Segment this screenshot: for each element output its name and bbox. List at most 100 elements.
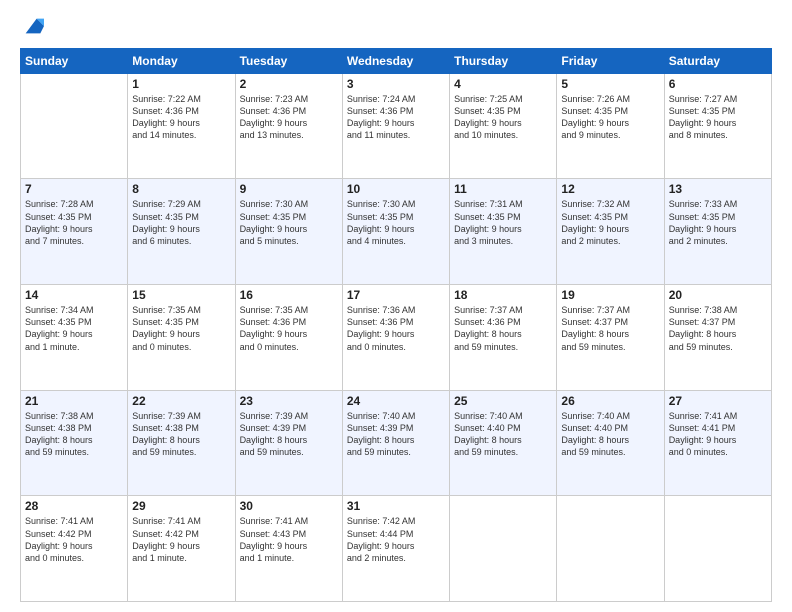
day-info-line: Daylight: 9 hours xyxy=(132,328,230,340)
day-info-line: and 0 minutes. xyxy=(25,552,123,564)
calendar-cell: 16Sunrise: 7:35 AMSunset: 4:36 PMDayligh… xyxy=(235,285,342,391)
calendar-header-thursday: Thursday xyxy=(450,48,557,73)
calendar-table: SundayMondayTuesdayWednesdayThursdayFrid… xyxy=(20,48,772,602)
logo-icon xyxy=(22,15,44,37)
day-info-line: Sunrise: 7:31 AM xyxy=(454,198,552,210)
day-info-line: Sunrise: 7:34 AM xyxy=(25,304,123,316)
day-info-line: Sunset: 4:40 PM xyxy=(561,422,659,434)
day-info-line: and 1 minute. xyxy=(25,341,123,353)
day-info-line: Sunset: 4:38 PM xyxy=(132,422,230,434)
calendar-cell: 7Sunrise: 7:28 AMSunset: 4:35 PMDaylight… xyxy=(21,179,128,285)
day-info-line: and 0 minutes. xyxy=(132,341,230,353)
day-info-line: Daylight: 8 hours xyxy=(25,434,123,446)
day-info-line: Sunrise: 7:35 AM xyxy=(240,304,338,316)
day-info-line: Sunrise: 7:38 AM xyxy=(669,304,767,316)
day-info-line: Daylight: 9 hours xyxy=(669,117,767,129)
day-info-line: and 59 minutes. xyxy=(669,341,767,353)
day-info-line: and 3 minutes. xyxy=(454,235,552,247)
day-info-line: Sunrise: 7:41 AM xyxy=(669,410,767,422)
day-info-line: and 4 minutes. xyxy=(347,235,445,247)
day-number: 17 xyxy=(347,288,445,302)
day-info-line: Sunrise: 7:41 AM xyxy=(132,515,230,527)
day-info-line: Sunset: 4:42 PM xyxy=(132,528,230,540)
day-info-line: Daylight: 8 hours xyxy=(240,434,338,446)
day-info-line: and 1 minute. xyxy=(132,552,230,564)
day-info-line: Sunset: 4:35 PM xyxy=(561,105,659,117)
calendar-week-row: 1Sunrise: 7:22 AMSunset: 4:36 PMDaylight… xyxy=(21,73,772,179)
calendar-cell: 30Sunrise: 7:41 AMSunset: 4:43 PMDayligh… xyxy=(235,496,342,602)
day-info-line: and 14 minutes. xyxy=(132,129,230,141)
day-info-line: Sunrise: 7:40 AM xyxy=(561,410,659,422)
day-info-line: Sunset: 4:35 PM xyxy=(669,105,767,117)
calendar-cell: 6Sunrise: 7:27 AMSunset: 4:35 PMDaylight… xyxy=(664,73,771,179)
calendar-header-row: SundayMondayTuesdayWednesdayThursdayFrid… xyxy=(21,48,772,73)
day-info-line: Daylight: 9 hours xyxy=(25,328,123,340)
day-info-line: Sunset: 4:35 PM xyxy=(25,211,123,223)
day-info-line: and 2 minutes. xyxy=(347,552,445,564)
day-info-line: Sunrise: 7:30 AM xyxy=(347,198,445,210)
day-info-line: Daylight: 9 hours xyxy=(454,117,552,129)
calendar-header-wednesday: Wednesday xyxy=(342,48,449,73)
calendar-cell: 23Sunrise: 7:39 AMSunset: 4:39 PMDayligh… xyxy=(235,390,342,496)
day-info-line: Sunset: 4:35 PM xyxy=(240,211,338,223)
day-number: 9 xyxy=(240,182,338,196)
page: SundayMondayTuesdayWednesdayThursdayFrid… xyxy=(0,0,792,612)
day-info-line: Sunrise: 7:35 AM xyxy=(132,304,230,316)
day-info-line: Sunrise: 7:25 AM xyxy=(454,93,552,105)
day-info-line: Daylight: 9 hours xyxy=(454,223,552,235)
day-info-line: Sunset: 4:37 PM xyxy=(669,316,767,328)
calendar-cell: 8Sunrise: 7:29 AMSunset: 4:35 PMDaylight… xyxy=(128,179,235,285)
day-number: 13 xyxy=(669,182,767,196)
calendar-cell: 4Sunrise: 7:25 AMSunset: 4:35 PMDaylight… xyxy=(450,73,557,179)
day-info-line: Sunset: 4:43 PM xyxy=(240,528,338,540)
day-number: 10 xyxy=(347,182,445,196)
day-info-line: Daylight: 9 hours xyxy=(240,223,338,235)
day-info-line: Daylight: 9 hours xyxy=(347,117,445,129)
day-info-line: Sunset: 4:41 PM xyxy=(669,422,767,434)
calendar-cell: 3Sunrise: 7:24 AMSunset: 4:36 PMDaylight… xyxy=(342,73,449,179)
day-info-line: Sunrise: 7:41 AM xyxy=(25,515,123,527)
day-number: 24 xyxy=(347,394,445,408)
day-info-line: Sunset: 4:35 PM xyxy=(25,316,123,328)
day-info-line: Daylight: 9 hours xyxy=(347,540,445,552)
day-info-line: Daylight: 9 hours xyxy=(347,223,445,235)
day-info-line: Daylight: 9 hours xyxy=(669,223,767,235)
day-number: 30 xyxy=(240,499,338,513)
calendar-cell: 18Sunrise: 7:37 AMSunset: 4:36 PMDayligh… xyxy=(450,285,557,391)
day-info-line: Sunset: 4:35 PM xyxy=(669,211,767,223)
calendar-cell xyxy=(21,73,128,179)
day-info-line: Sunrise: 7:42 AM xyxy=(347,515,445,527)
day-info-line: Sunset: 4:35 PM xyxy=(454,211,552,223)
day-info-line: Sunset: 4:36 PM xyxy=(347,105,445,117)
day-info-line: and 8 minutes. xyxy=(669,129,767,141)
logo xyxy=(20,18,44,38)
day-info-line: Sunset: 4:39 PM xyxy=(347,422,445,434)
day-info-line: and 5 minutes. xyxy=(240,235,338,247)
day-info-line: Sunset: 4:42 PM xyxy=(25,528,123,540)
day-info-line: Daylight: 9 hours xyxy=(347,328,445,340)
day-number: 18 xyxy=(454,288,552,302)
day-number: 26 xyxy=(561,394,659,408)
calendar-cell: 26Sunrise: 7:40 AMSunset: 4:40 PMDayligh… xyxy=(557,390,664,496)
day-info-line: and 11 minutes. xyxy=(347,129,445,141)
calendar-cell: 14Sunrise: 7:34 AMSunset: 4:35 PMDayligh… xyxy=(21,285,128,391)
day-info-line: Sunrise: 7:39 AM xyxy=(132,410,230,422)
day-number: 3 xyxy=(347,77,445,91)
day-number: 15 xyxy=(132,288,230,302)
day-info-line: and 59 minutes. xyxy=(347,446,445,458)
day-info-line: Daylight: 9 hours xyxy=(25,223,123,235)
day-info-line: Sunset: 4:35 PM xyxy=(454,105,552,117)
day-number: 28 xyxy=(25,499,123,513)
day-info-line: Sunset: 4:37 PM xyxy=(561,316,659,328)
day-info-line: Daylight: 8 hours xyxy=(454,434,552,446)
calendar-cell: 19Sunrise: 7:37 AMSunset: 4:37 PMDayligh… xyxy=(557,285,664,391)
day-info-line: Daylight: 9 hours xyxy=(240,328,338,340)
day-number: 1 xyxy=(132,77,230,91)
calendar-cell: 13Sunrise: 7:33 AMSunset: 4:35 PMDayligh… xyxy=(664,179,771,285)
day-info-line: Daylight: 9 hours xyxy=(240,117,338,129)
day-info-line: Daylight: 8 hours xyxy=(454,328,552,340)
calendar-cell: 17Sunrise: 7:36 AMSunset: 4:36 PMDayligh… xyxy=(342,285,449,391)
day-info-line: Daylight: 8 hours xyxy=(669,328,767,340)
calendar-header-friday: Friday xyxy=(557,48,664,73)
day-info-line: Sunset: 4:35 PM xyxy=(347,211,445,223)
